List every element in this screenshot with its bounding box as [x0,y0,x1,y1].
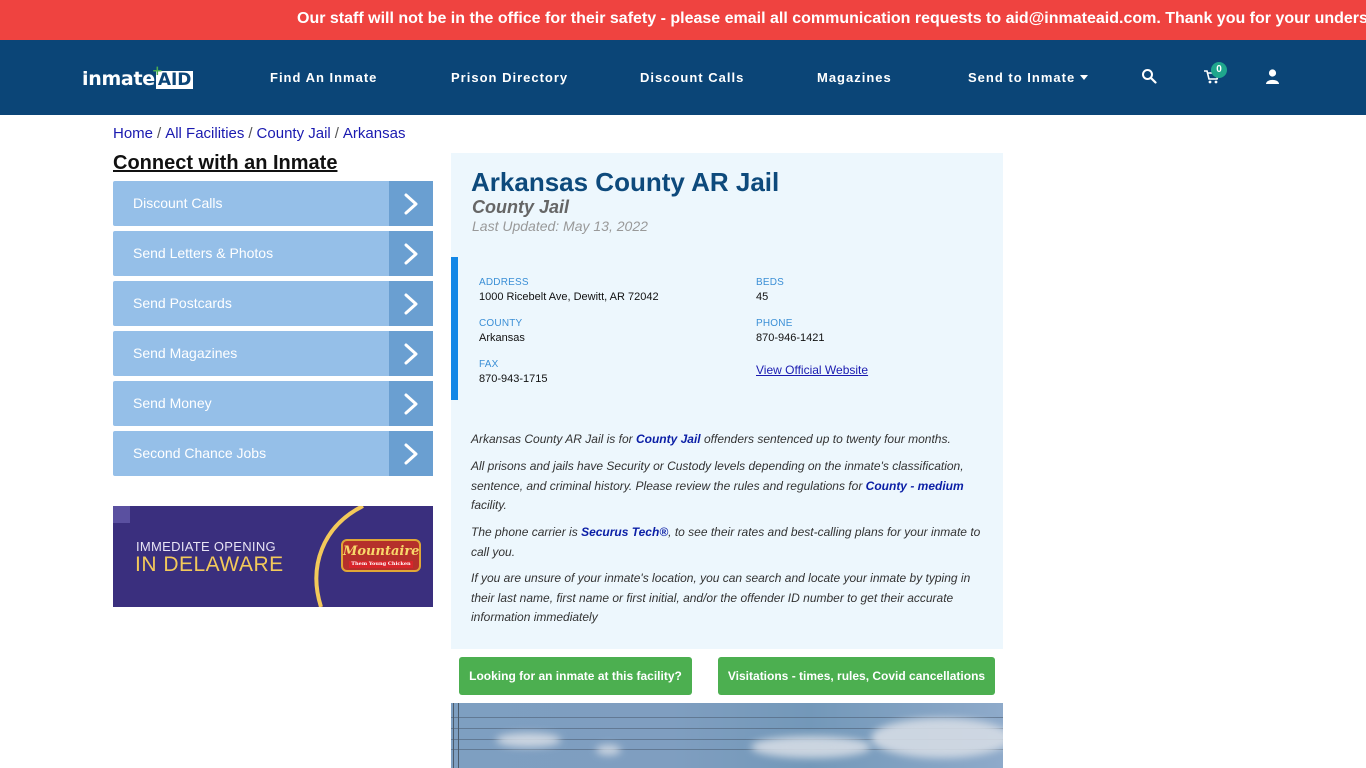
cloud [596,745,621,755]
plus-icon: + [151,64,163,79]
address-label: ADDRESS [479,277,529,288]
sidebar-item-label: Send Letters & Photos [133,245,274,261]
ad-brand-name: Mountaire [343,544,420,559]
breadcrumb-separator: / [248,125,253,142]
logo-text: inmate [82,68,155,90]
fax-value: 870-943-1715 [479,373,548,385]
announcement-text: Our staff will not be in the office for … [297,10,1366,27]
sidebar-item-discount-calls[interactable]: Discount Calls [113,181,433,226]
breadcrumb-all-facilities[interactable]: All Facilities [165,125,244,142]
sidebar-title: Connect with an Inmate [113,152,338,174]
breadcrumb-separator: / [334,125,339,142]
cloud [496,733,561,747]
county-value: Arkansas [479,332,525,344]
chevron-right-icon [389,381,433,426]
ad-subheadline: IN DELAWARE [135,553,284,576]
sidebar-item-label: Send Magazines [133,345,238,361]
ad-brand-logo: Mountaire Them Young Chicken [341,539,421,572]
phone-value: 870-946-1421 [756,332,825,344]
breadcrumb-county-jail[interactable]: County Jail [257,125,331,142]
paragraph-text: offenders sentenced up to twenty four mo… [700,432,951,446]
visitations-button[interactable]: Visitations - times, rules, Covid cancel… [718,657,995,695]
chevron-right-icon [389,281,433,326]
beds-field: BEDS 45 [756,277,784,303]
paragraph-security-levels: All prisons and jails have Security or C… [471,457,986,516]
cloud [871,718,1003,758]
caret-down-icon [1080,75,1089,80]
fax-field: FAX 870-943-1715 [479,359,548,385]
facility-title: Arkansas County AR Jail [471,167,780,197]
facility-panel: Arkansas County AR Jail County Jail Last… [451,153,1003,649]
nav-magazines[interactable]: Magazines [817,70,892,85]
sidebar-item-second-chance-jobs[interactable]: Second Chance Jobs [113,431,433,476]
logo-accent: + AID [151,64,194,90]
nav-prison-directory[interactable]: Prison Directory [451,70,568,85]
sidebar-item-label: Second Chance Jobs [133,445,267,461]
breadcrumb: Home / All Facilities / County Jail / Arkansas [113,125,405,142]
nav-discount-calls[interactable]: Discount Calls [640,70,744,85]
facility-photo [451,703,1003,768]
top-navbar: inmate + AID Find An Inmate Prison Direc… [0,40,1366,115]
nav-find-an-inmate[interactable]: Find An Inmate [270,70,377,85]
chevron-right-icon [389,231,433,276]
paragraph-search-help: If you are unsure of your inmate's locat… [471,571,971,624]
beds-value: 45 [756,291,769,303]
sidebar-item-send-postcards[interactable]: Send Postcards [113,281,433,326]
facility-info-block: ADDRESS 1000 Ricebelt Ave, Dewitt, AR 72… [451,257,1003,400]
sidebar-item-label: Send Money [133,395,212,411]
last-updated: Last Updated: May 13, 2022 [472,218,648,234]
county-field: COUNTY Arkansas [479,318,525,344]
breadcrumb-separator: / [157,125,162,142]
find-inmate-at-facility-button[interactable]: Looking for an inmate at this facility? [459,657,692,695]
fax-label: FAX [479,359,499,370]
ad-brand-tagline: Them Young Chicken [349,561,413,568]
job-ad-banner[interactable]: IMMEDIATE OPENING IN DELAWARE Mountaire … [113,506,433,607]
facility-type: County Jail [472,197,570,217]
user-icon[interactable] [1266,69,1279,89]
breadcrumb-home[interactable]: Home [113,125,153,142]
breadcrumb-arkansas[interactable]: Arkansas [343,125,406,142]
paragraph-text: Arkansas County AR Jail is for [471,432,636,446]
chevron-right-icon [389,331,433,376]
county-jail-link[interactable]: County Jail [636,432,701,446]
official-website-link[interactable]: View Official Website [756,363,868,377]
nav-send-to-inmate[interactable]: Send to Inmate [968,70,1089,85]
sidebar-item-label: Discount Calls [133,195,223,211]
nav-send-to-inmate-label: Send to Inmate [968,70,1076,85]
sidebar-item-send-letters-photos[interactable]: Send Letters & Photos [113,231,433,276]
cloud [751,736,871,758]
paragraph-sentence-info: Arkansas County AR Jail is for County Ja… [471,430,986,450]
phone-label: PHONE [756,318,793,329]
search-icon[interactable] [1141,68,1157,89]
beds-label: BEDS [756,277,785,288]
chevron-right-icon [389,431,433,476]
website-field: View Official Website [756,361,868,379]
decorative-square [113,506,130,523]
county-label: COUNTY [479,318,523,329]
paragraph-text: facility. [471,498,507,512]
sidebar-item-label: Send Postcards [133,295,232,311]
site-logo[interactable]: inmate + AID [82,64,194,90]
transmission-tower [453,703,459,768]
sidebar-item-send-magazines[interactable]: Send Magazines [113,331,433,376]
paragraph-phone-carrier: The phone carrier is Securus Tech®, to s… [471,523,986,562]
ad-headline: IMMEDIATE OPENING [136,539,276,554]
sidebar-item-send-money[interactable]: Send Money [113,381,433,426]
address-field: ADDRESS 1000 Ricebelt Ave, Dewitt, AR 72… [479,277,659,303]
chevron-right-icon [389,181,433,226]
announcement-bar: Our staff will not be in the office for … [0,0,1366,40]
county-medium-link[interactable]: County - medium [866,479,964,493]
securus-tech-link[interactable]: Securus Tech® [581,525,668,539]
cart-count-badge: 0 [1211,62,1227,78]
phone-field: PHONE 870-946-1421 [756,318,825,344]
paragraph-text: The phone carrier is [471,525,582,539]
address-value: 1000 Ricebelt Ave, Dewitt, AR 72042 [479,291,659,303]
